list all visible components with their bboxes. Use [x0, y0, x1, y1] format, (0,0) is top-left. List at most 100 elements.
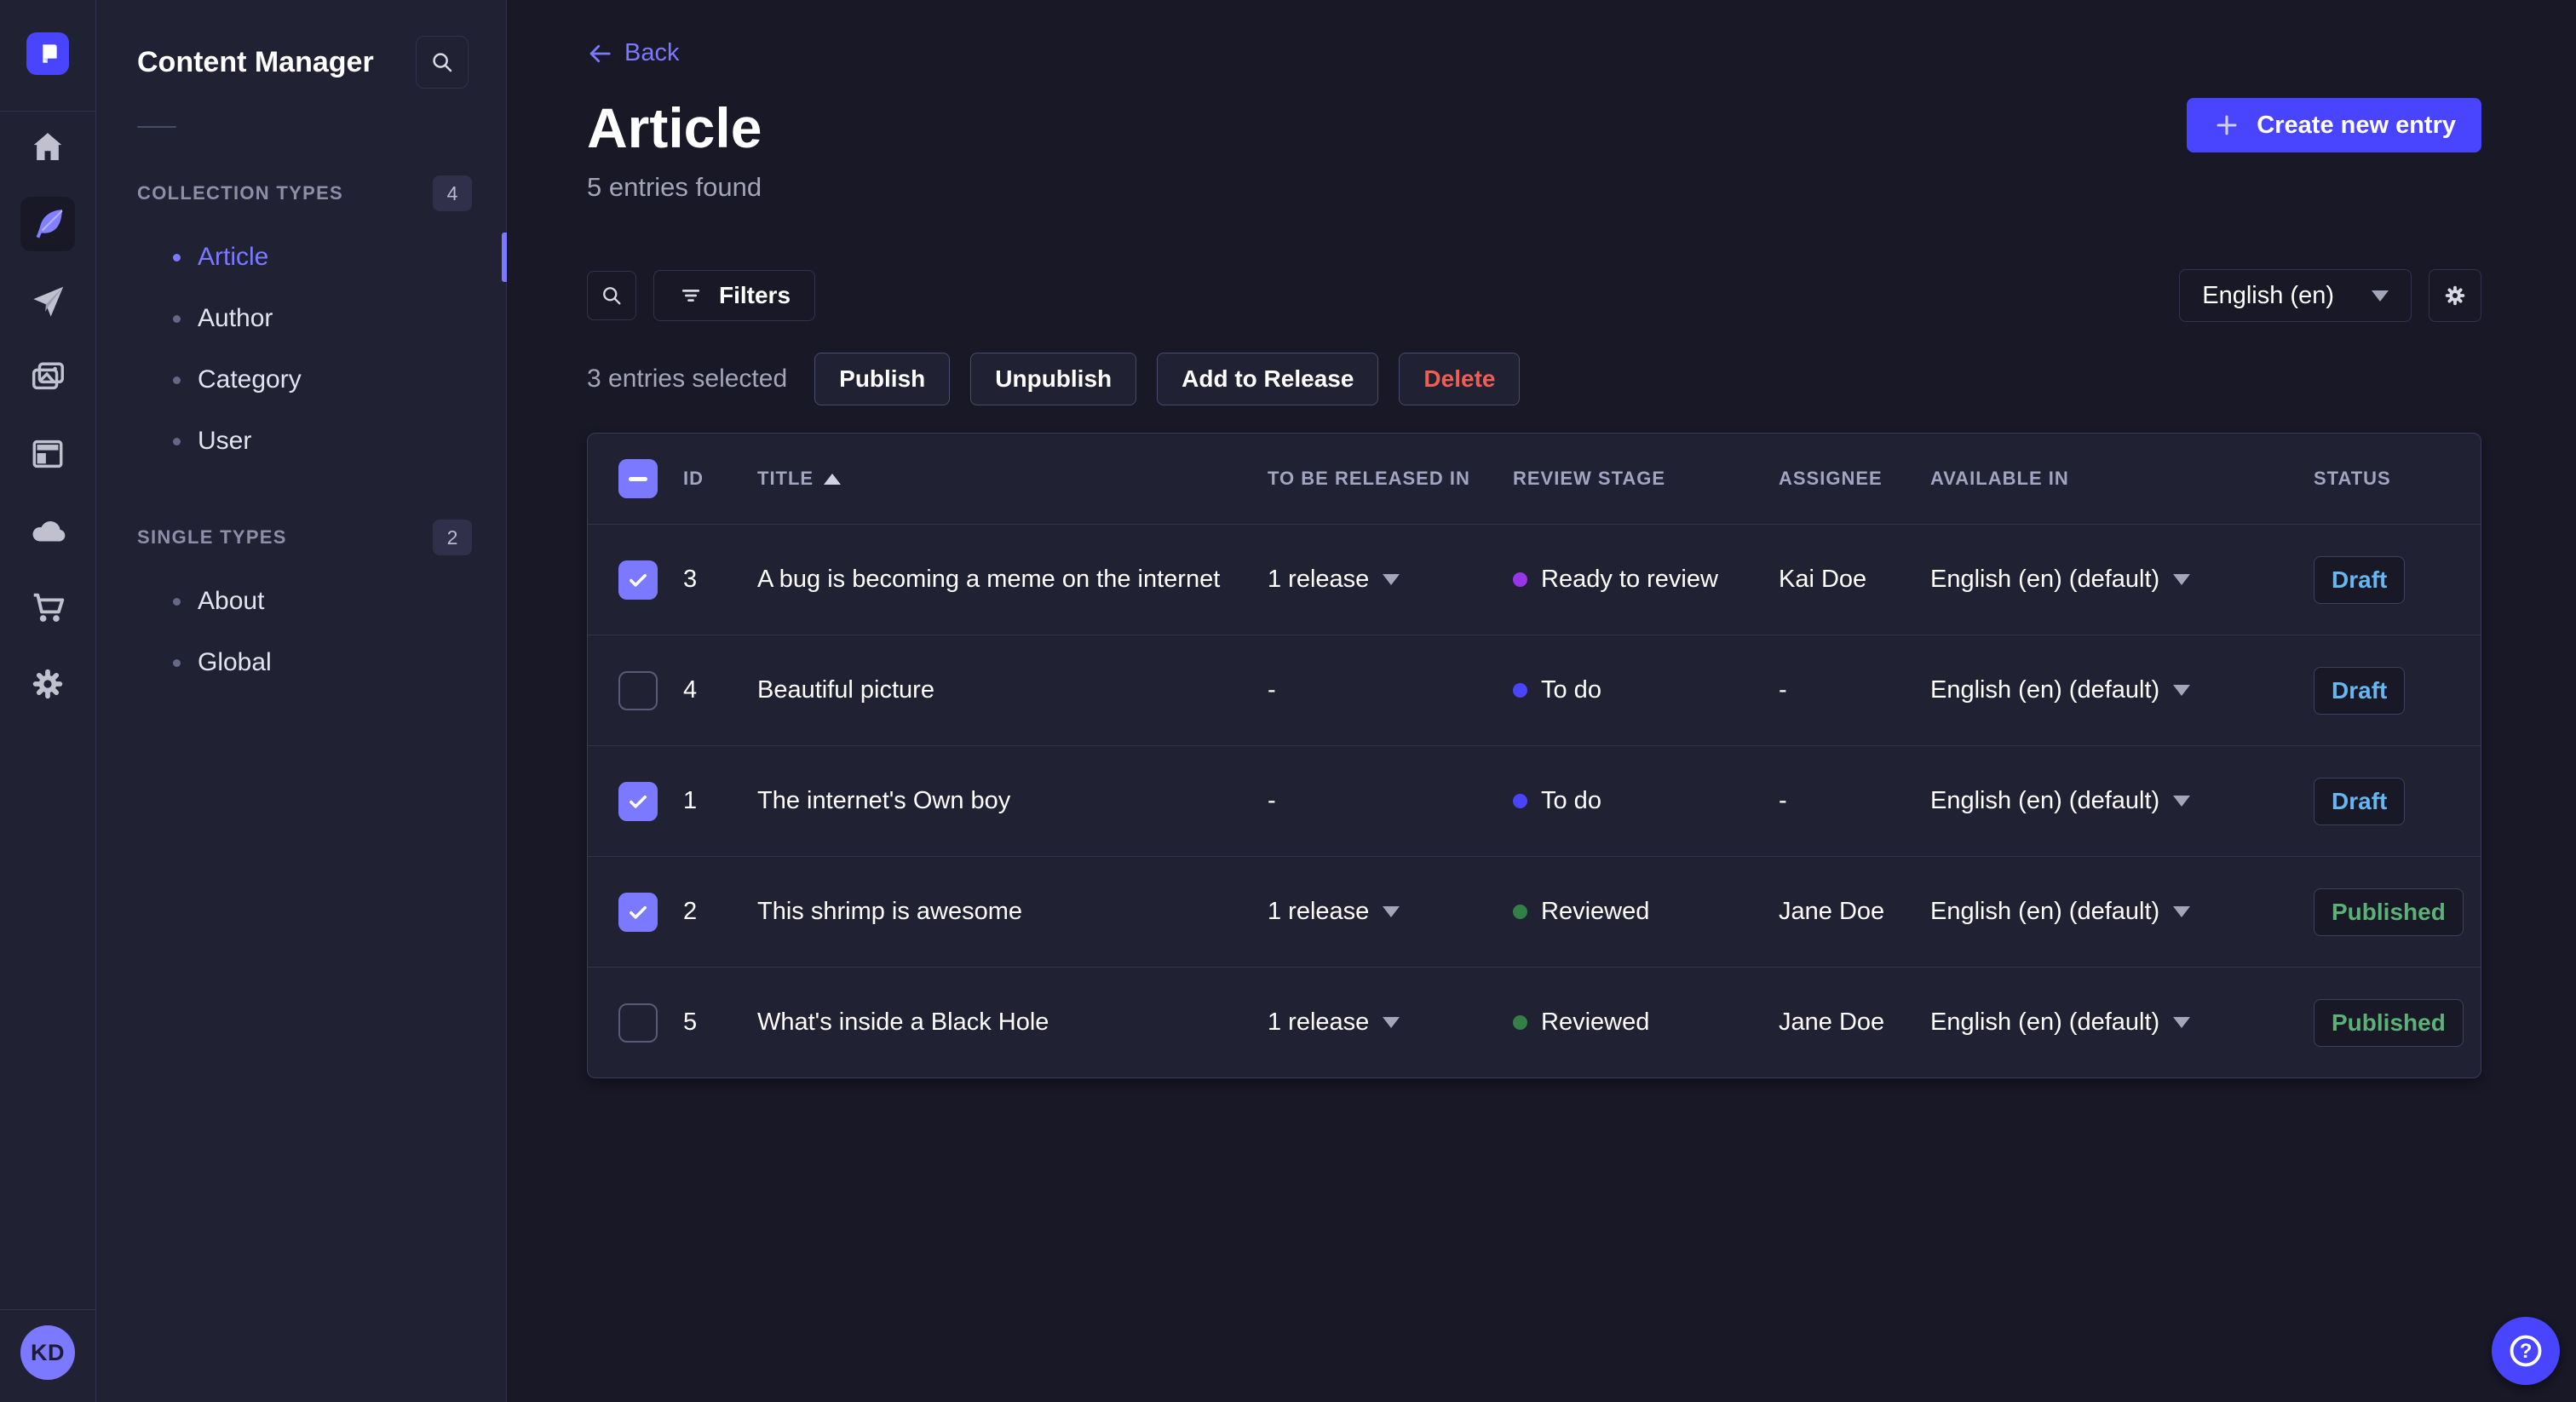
search-icon [433, 53, 452, 72]
delete-button[interactable]: Delete [1399, 353, 1521, 406]
chevron-down-icon [1383, 906, 1400, 918]
avatar[interactable]: KD [20, 1325, 75, 1380]
cell-title: This shrimp is awesome [757, 898, 1023, 926]
filters-button[interactable]: Filters [653, 270, 816, 322]
bullet-icon [173, 658, 181, 667]
cell-available-in[interactable]: English (en) (default) [1923, 898, 2307, 926]
cell-id: 3 [683, 566, 698, 594]
strapi-logo[interactable] [26, 32, 69, 75]
status-badge: Published [2314, 888, 2464, 936]
column-header-assignee[interactable]: ASSIGNEE [1772, 468, 1923, 490]
filter-icon [681, 290, 700, 302]
sidebar-divider [137, 126, 176, 128]
sidebar-item-label: User [198, 427, 252, 455]
table-row[interactable]: 4 Beautiful picture - To do - English (e… [588, 635, 2481, 745]
status-badge: Draft [2314, 777, 2406, 825]
select-all-checkbox[interactable] [618, 459, 658, 499]
checkbox-checked-state [618, 892, 658, 932]
column-header-title[interactable]: TITLE [748, 468, 1261, 490]
back-label: Back [624, 39, 680, 66]
cell-releases[interactable]: - [1261, 787, 1506, 815]
cell-id: 2 [683, 898, 698, 926]
sidebar-item-global[interactable]: Global [96, 632, 506, 693]
cell-available-in[interactable]: English (en) (default) [1923, 1008, 2307, 1037]
sidebar-item-author[interactable]: Author [96, 288, 506, 349]
sidebar-item-article[interactable]: Article [96, 227, 507, 288]
back-link[interactable]: Back [587, 0, 679, 67]
help-button[interactable]: ? [2492, 1317, 2560, 1385]
rail-bottom-divider [0, 1309, 96, 1310]
sidebar-item-user[interactable]: User [96, 411, 506, 472]
cell-releases[interactable]: 1 release [1261, 898, 1506, 926]
chevron-down-icon [1383, 574, 1400, 586]
cell-releases[interactable]: 1 release [1261, 1008, 1506, 1037]
svg-text:?: ? [2520, 1340, 2533, 1363]
table-header-row: ID TITLE TO BE RELEASED IN REVIEW STAGE … [588, 434, 2481, 524]
cell-assignee: Jane Doe [1779, 898, 1885, 926]
collection-types-section: COLLECTION TYPES 4 Article Author Catego… [96, 175, 507, 472]
sidebar-item-about[interactable]: About [96, 571, 506, 632]
content-manager-sidebar: Content Manager COLLECTION TYPES 4 Artic… [96, 0, 507, 1402]
unpublish-button[interactable]: Unpublish [970, 353, 1137, 406]
locale-value: English (en) [2202, 281, 2334, 309]
rail-item-deploy[interactable] [20, 503, 75, 558]
cell-available-in[interactable]: English (en) (default) [1923, 676, 2307, 704]
create-new-entry-label: Create new entry [2257, 111, 2456, 139]
search-entries-button[interactable] [587, 271, 636, 321]
bullet-icon [173, 253, 181, 261]
sort-ascending-icon [824, 473, 842, 485]
strapi-logo-icon [43, 44, 57, 63]
cell-status: Published [2307, 998, 2481, 1047]
row-checkbox[interactable] [618, 1003, 658, 1043]
stage-dot-icon [1513, 1015, 1527, 1031]
row-checkbox[interactable] [618, 560, 658, 600]
cell-review-stage: To do [1506, 787, 1772, 815]
cell-id: 5 [683, 1008, 698, 1037]
cell-available-in[interactable]: English (en) (default) [1923, 787, 2307, 815]
rail-item-settings[interactable] [20, 657, 75, 711]
sidebar-search-button[interactable] [416, 36, 469, 89]
check-icon [630, 795, 647, 808]
checkbox-checked-state [618, 560, 658, 600]
paper-plane-icon [33, 286, 64, 317]
help-icon: ? [2510, 1335, 2542, 1367]
cell-releases[interactable]: 1 release [1261, 566, 1506, 594]
sidebar-item-category[interactable]: Category [96, 349, 506, 411]
home-icon [33, 133, 62, 160]
bulk-actions-bar: 3 entries selected Publish Unpublish Add… [587, 353, 2481, 406]
create-new-entry-button[interactable]: Create new entry [2187, 98, 2481, 152]
rail-item-media-library[interactable] [20, 350, 75, 405]
column-header-status[interactable]: STATUS [2307, 468, 2481, 490]
cell-available-in[interactable]: English (en) (default) [1923, 566, 2307, 594]
rail-item-releases[interactable] [20, 273, 75, 328]
row-checkbox[interactable] [618, 892, 658, 932]
sidebar-item-label: Author [198, 304, 273, 332]
rail-item-content-type-builder[interactable] [20, 427, 75, 481]
rail-item-home[interactable] [20, 120, 75, 175]
row-checkbox[interactable] [618, 670, 658, 710]
add-to-release-button[interactable]: Add to Release [1157, 353, 1379, 406]
row-checkbox[interactable] [618, 781, 658, 821]
column-header-review-stage[interactable]: REVIEW STAGE [1506, 468, 1772, 490]
rail-item-marketplace[interactable] [20, 580, 75, 635]
table-row[interactable]: 2 This shrimp is awesome 1 release Revie… [588, 856, 2481, 967]
column-header-id[interactable]: ID [673, 468, 748, 490]
locale-select[interactable]: English (en) [2179, 269, 2412, 323]
publish-button[interactable]: Publish [814, 353, 951, 406]
rail-item-content-manager[interactable] [20, 197, 75, 251]
single-types-label: SINGLE TYPES [137, 526, 287, 548]
view-settings-button[interactable] [2429, 269, 2481, 323]
cell-releases[interactable]: - [1261, 676, 1506, 704]
cell-status: Draft [2307, 777, 2481, 825]
table-row[interactable]: 5 What's inside a Black Hole 1 release R… [588, 967, 2481, 1077]
table-row[interactable]: 1 The internet's Own boy - To do - Engli… [588, 745, 2481, 856]
column-header-available-in[interactable]: AVAILABLE IN [1923, 468, 2307, 490]
cell-status: Draft [2307, 666, 2481, 715]
images-icon [32, 362, 64, 390]
table-row[interactable]: 3 A bug is becoming a meme on the intern… [588, 524, 2481, 635]
cell-assignee: Kai Doe [1779, 566, 1867, 594]
column-header-releases[interactable]: TO BE RELEASED IN [1261, 468, 1506, 490]
filters-label: Filters [719, 282, 791, 309]
selected-count: 3 entries selected [587, 365, 788, 394]
collection-types-label: COLLECTION TYPES [137, 182, 344, 204]
